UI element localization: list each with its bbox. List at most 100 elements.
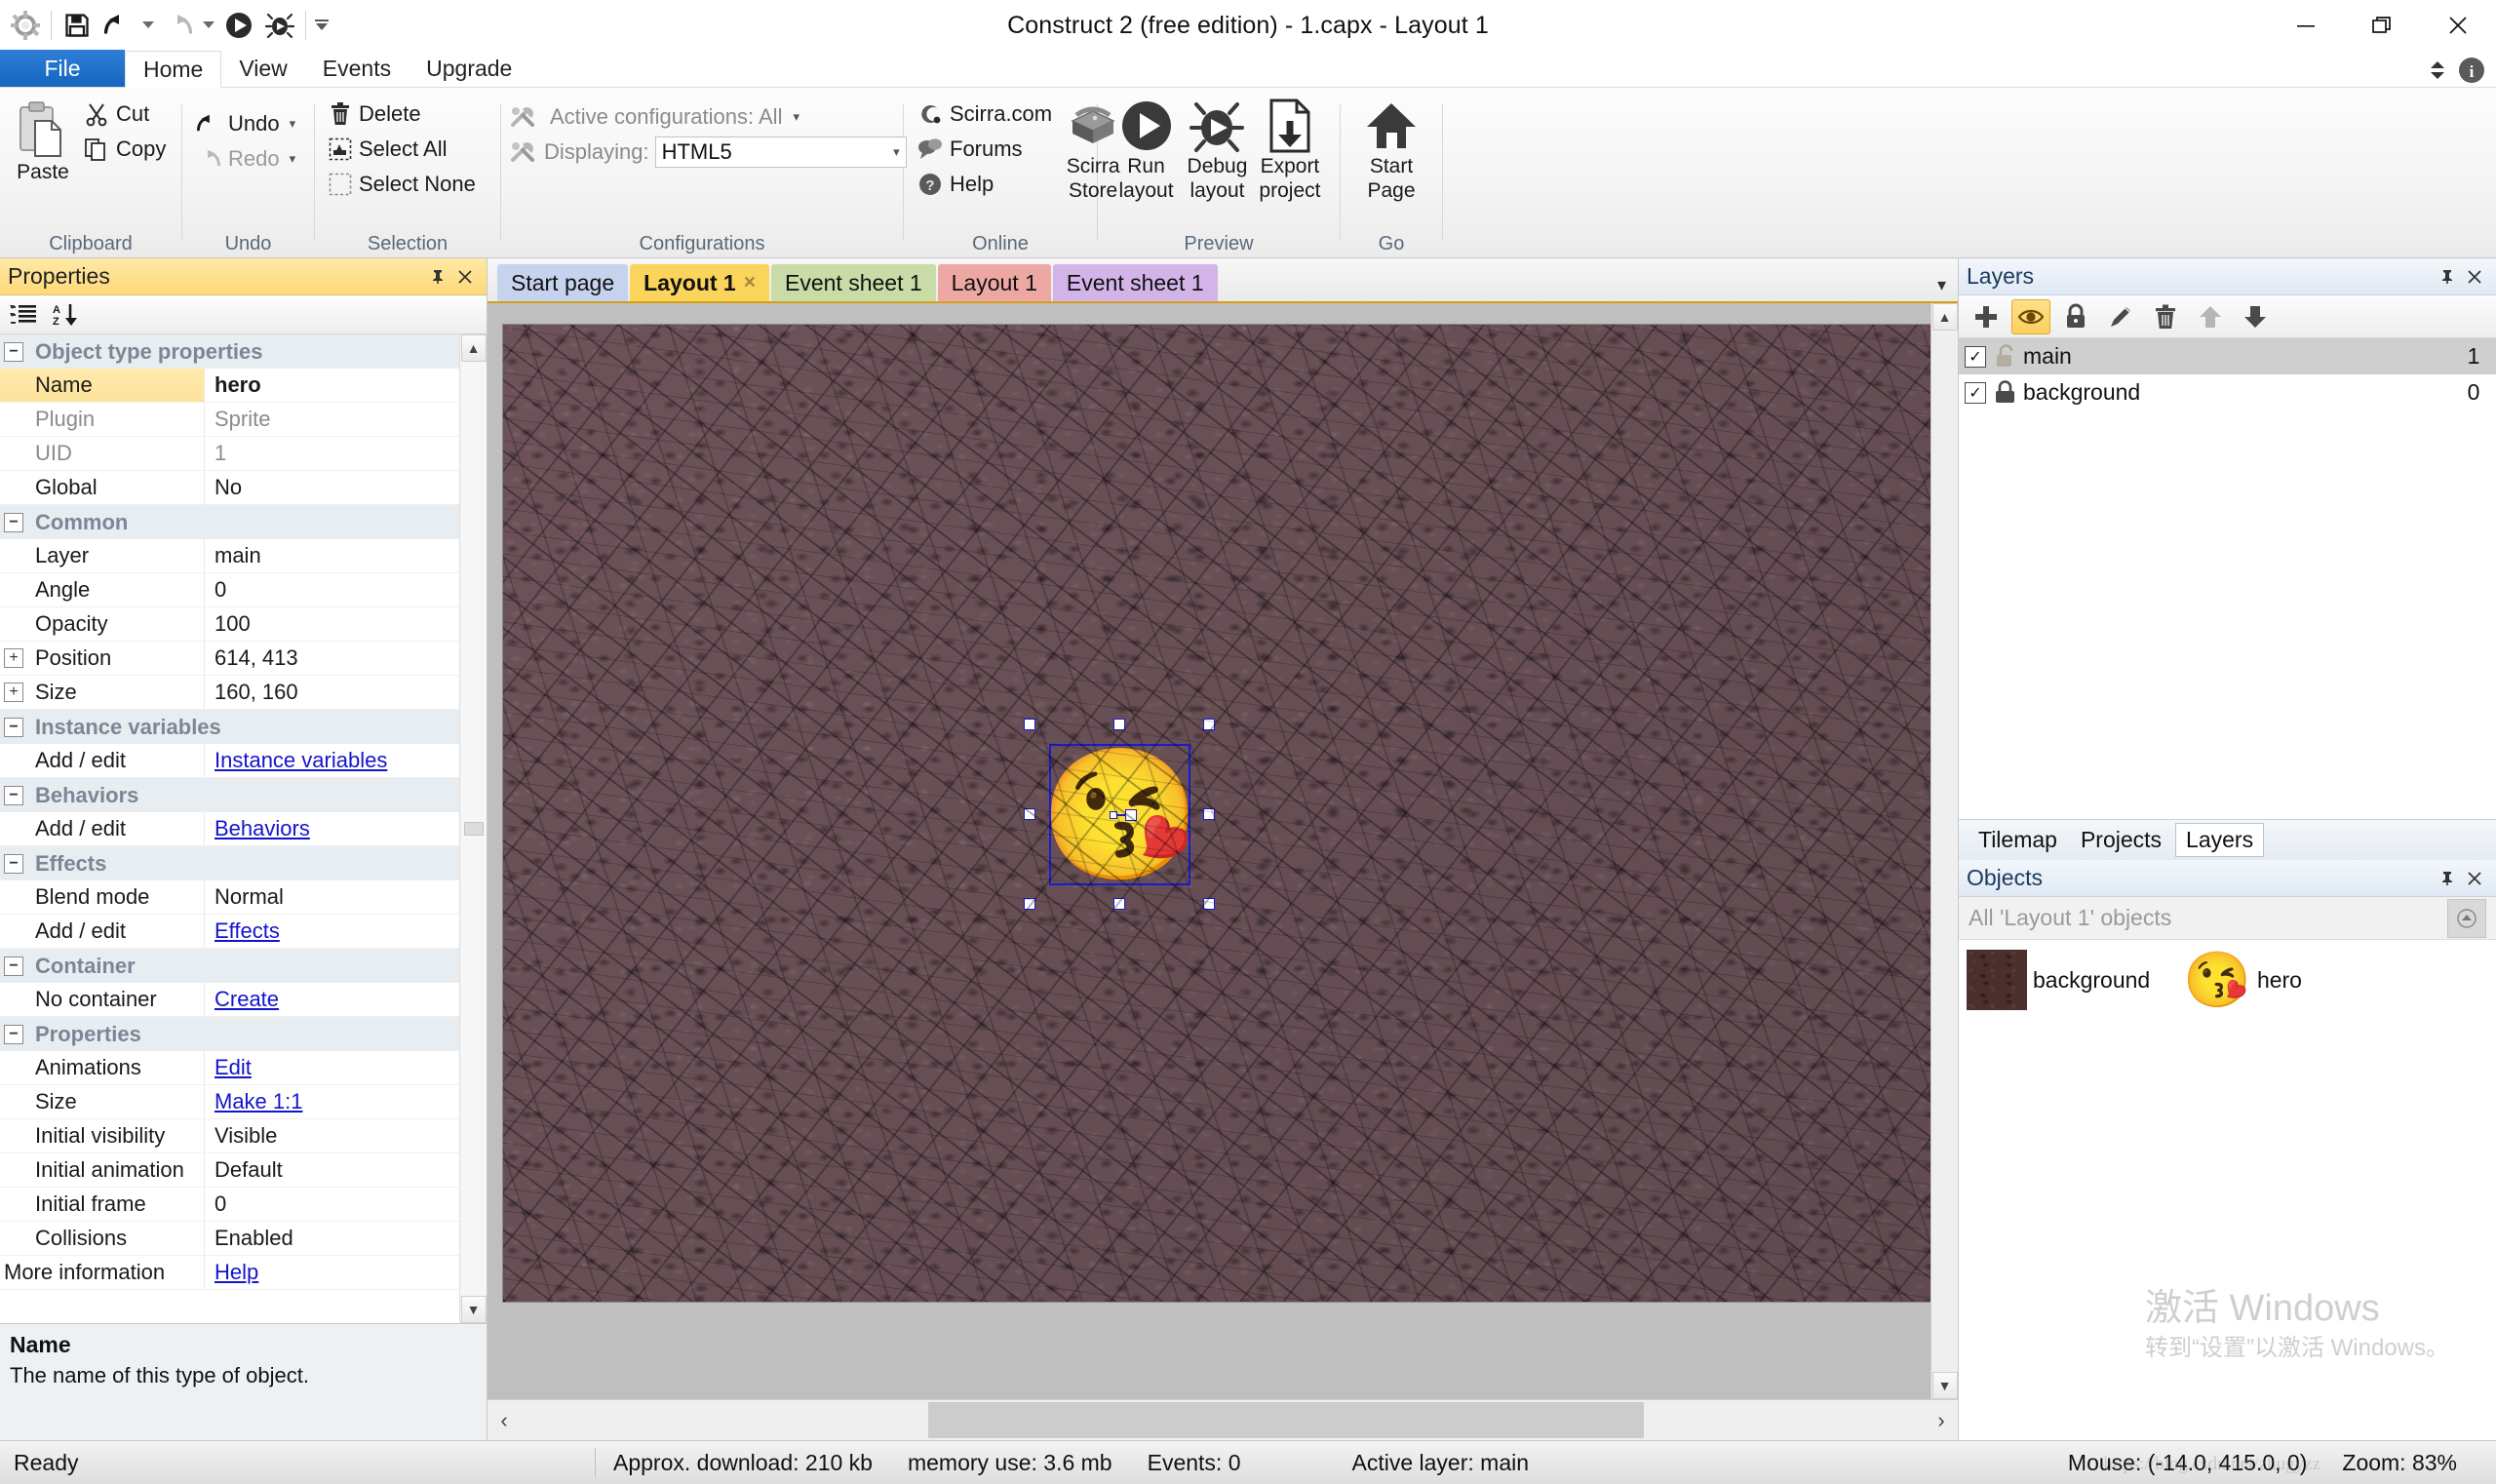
resize-handle-e[interactable] — [1203, 808, 1215, 820]
paste-button[interactable]: Paste — [8, 94, 78, 188]
eye-visibility-icon[interactable] — [2011, 298, 2050, 334]
prop-category-instance-variables[interactable]: − Instance variables — [0, 710, 459, 744]
active-configurations-combo[interactable]: Active configurations: All ▾ — [544, 101, 805, 133]
prop-row-opacity[interactable]: Opacity 100 — [0, 607, 459, 642]
categorize-icon[interactable] — [10, 302, 37, 328]
prop-category-common[interactable]: − Common — [0, 505, 459, 539]
link-make-1-1[interactable]: Make 1:1 — [214, 1089, 303, 1114]
collapse-minus-icon-2[interactable]: − — [4, 512, 23, 532]
cut-button[interactable]: Cut — [78, 98, 172, 131]
redo-icon[interactable] — [159, 6, 198, 45]
scroll-thumb[interactable] — [463, 822, 484, 836]
link-instance-variables[interactable]: Instance variables — [214, 748, 387, 773]
prop-value-name[interactable]: hero — [205, 369, 459, 402]
layout-horizontal-scrollbar[interactable]: ‹ › — [488, 1399, 1958, 1440]
collapse-minus-icon-3[interactable]: − — [4, 717, 23, 737]
resize-handle-nw[interactable] — [1024, 719, 1035, 730]
ribbon-collapse-icon[interactable] — [2428, 59, 2447, 82]
tab-home[interactable]: Home — [125, 51, 222, 88]
objects-pin-icon[interactable] — [2434, 870, 2461, 887]
layout-scroll-left-icon[interactable]: ‹ — [488, 1400, 521, 1440]
rename-pencil-icon[interactable] — [2101, 299, 2140, 334]
doc-tab-close-icon[interactable]: × — [744, 271, 756, 294]
prop-value-angle[interactable]: 0 — [205, 573, 459, 606]
collapse-minus-icon-6[interactable]: − — [4, 956, 23, 976]
displaying-combo[interactable]: HTML5 ▾ — [654, 137, 907, 168]
prop-row-name[interactable]: Name hero — [0, 369, 459, 403]
run-icon[interactable] — [219, 6, 258, 45]
prop-row-size-1-1[interactable]: Size Make 1:1 — [0, 1085, 459, 1119]
close-button[interactable] — [2420, 0, 2496, 51]
pin-icon[interactable] — [424, 268, 451, 286]
prop-category-object-type[interactable]: − Object type properties — [0, 334, 459, 369]
prop-row-plugin[interactable]: Plugin Sprite — [0, 403, 459, 437]
collapse-minus-icon-4[interactable]: − — [4, 785, 23, 805]
layer-visible-checkbox-main[interactable]: ✓ — [1965, 345, 1986, 368]
minimize-button[interactable] — [2268, 0, 2344, 51]
displaying-row[interactable]: Displaying: HTML5 ▾ — [509, 135, 907, 170]
collapse-minus-icon[interactable]: − — [4, 341, 23, 362]
expand-plus-icon-size[interactable]: + — [4, 683, 23, 702]
layer-row-background[interactable]: ✓ background 0 — [1959, 374, 2496, 410]
object-item-hero[interactable]: 😘 hero — [2183, 953, 2302, 1007]
customize-qat-icon[interactable] — [312, 6, 332, 45]
prop-category-effects[interactable]: − Effects — [0, 846, 459, 880]
layer-visible-checkbox-background[interactable]: ✓ — [1965, 381, 1986, 404]
scroll-up-arrow-icon[interactable]: ▲ — [460, 334, 487, 362]
undo-button[interactable]: Undo ▾ — [190, 107, 301, 140]
scroll-down-arrow-icon[interactable]: ▼ — [460, 1296, 487, 1323]
select-all-button[interactable]: Select All — [323, 133, 482, 166]
resize-handle-sw[interactable] — [1024, 898, 1035, 910]
tab-upgrade[interactable]: Upgrade — [409, 50, 529, 87]
prop-row-collisions[interactable]: Collisions Enabled — [0, 1222, 459, 1256]
help-button[interactable]: ? Help — [912, 168, 1058, 201]
selected-sprite-hero[interactable]: 😘 — [1024, 719, 1215, 910]
save-icon[interactable] — [58, 6, 97, 45]
redo-button[interactable]: Redo ▾ — [190, 142, 301, 176]
prop-row-uid[interactable]: UID 1 — [0, 437, 459, 471]
undo-dropdown-caret-icon[interactable]: ▾ — [290, 116, 296, 132]
copy-button[interactable]: Copy — [78, 133, 172, 166]
hscroll-track[interactable] — [521, 1400, 1925, 1440]
link-effects[interactable]: Effects — [214, 918, 280, 944]
prop-value-size[interactable]: 160, 160 — [205, 676, 459, 709]
close-icon[interactable] — [451, 268, 479, 286]
forums-button[interactable]: Forums — [912, 133, 1058, 166]
layer-locked-icon-background[interactable] — [1994, 379, 2017, 406]
layout-page-background[interactable]: 😘 — [503, 325, 1930, 1302]
prop-value-blend-mode[interactable]: Normal — [205, 880, 459, 914]
angle-handle[interactable] — [1125, 809, 1137, 821]
collapse-minus-icon-7[interactable]: − — [4, 1024, 23, 1044]
collapse-minus-icon-5[interactable]: − — [4, 853, 23, 874]
app-logo-icon[interactable] — [6, 6, 45, 45]
doc-tab-event-sheet-1-b[interactable]: Event sheet 1 — [1052, 264, 1218, 301]
prop-row-global[interactable]: Global No — [0, 471, 459, 505]
doc-tab-event-sheet-1[interactable]: Event sheet 1 — [770, 264, 936, 301]
undo-icon[interactable] — [98, 6, 137, 45]
resize-handle-n[interactable] — [1113, 719, 1125, 730]
prop-row-container[interactable]: No container Create — [0, 983, 459, 1017]
doc-tab-start-page[interactable]: Start page — [497, 264, 629, 301]
move-up-icon[interactable] — [2191, 299, 2230, 334]
doc-tab-layout-1-b[interactable]: Layout 1 — [937, 264, 1051, 301]
hscroll-thumb[interactable] — [927, 1402, 1644, 1438]
sort-alphabetical-icon[interactable]: A Z — [51, 302, 78, 328]
objects-close-icon[interactable] — [2461, 870, 2488, 887]
scirra-com-button[interactable]: Scirra.com — [912, 98, 1058, 131]
prop-value-initial-animation[interactable]: Default — [205, 1153, 459, 1187]
prop-row-initial-visibility[interactable]: Initial visibility Visible — [0, 1119, 459, 1153]
prop-value-position[interactable]: 614, 413 — [205, 642, 459, 675]
prop-row-behaviors[interactable]: Add / edit Behaviors — [0, 812, 459, 846]
prop-row-layer[interactable]: Layer main — [0, 539, 459, 573]
prop-value-layer[interactable]: main — [205, 539, 459, 572]
link-behaviors[interactable]: Behaviors — [214, 816, 310, 841]
collapse-up-icon[interactable] — [2447, 898, 2486, 938]
prop-value-global[interactable]: No — [205, 471, 459, 504]
prop-row-more-information[interactable]: More information Help — [0, 1256, 459, 1290]
debug-layout-button[interactable]: Debug layout — [1182, 94, 1254, 206]
export-project-button[interactable]: Export project — [1253, 94, 1326, 206]
active-configurations-row[interactable]: Active configurations: All ▾ — [509, 99, 805, 135]
prop-value-opacity[interactable]: 100 — [205, 607, 459, 641]
layout-scroll-down-icon[interactable]: ▼ — [1931, 1372, 1958, 1399]
prop-value-initial-frame[interactable]: 0 — [205, 1188, 459, 1221]
